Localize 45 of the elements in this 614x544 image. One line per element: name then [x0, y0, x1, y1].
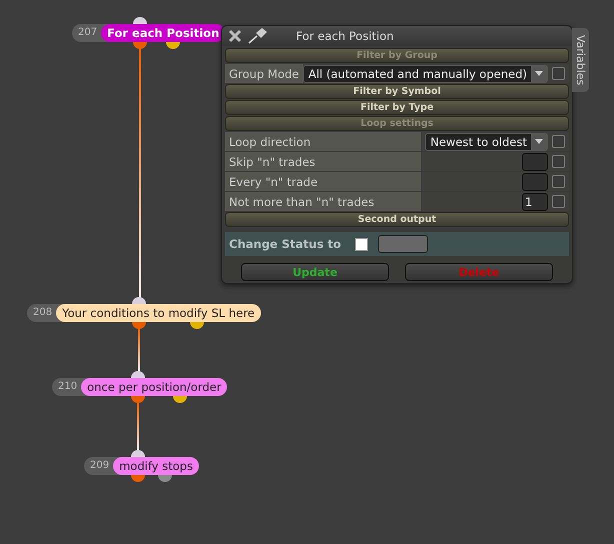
- output-pin[interactable]: [173, 396, 187, 403]
- checkbox[interactable]: [552, 195, 565, 208]
- output-pin[interactable]: [158, 475, 172, 482]
- number-field[interactable]: 1: [522, 192, 548, 210]
- checkbox[interactable]: [552, 67, 565, 80]
- caret-icon: [535, 71, 543, 76]
- checkbox[interactable]: [552, 135, 565, 148]
- caret-icon: [535, 139, 543, 144]
- input-pin[interactable]: [131, 450, 145, 457]
- field-label: Group Mode: [228, 66, 300, 80]
- dropdown[interactable]: Newest to oldest: [425, 132, 548, 150]
- node-label[interactable]: Your conditions to modify SL here: [56, 304, 261, 322]
- connector-line: [137, 402, 139, 451]
- output-pin[interactable]: [131, 475, 145, 482]
- dropdown[interactable]: All (automated and manually opened): [303, 64, 548, 82]
- number-field[interactable]: [522, 152, 548, 170]
- input-pin[interactable]: [133, 17, 147, 24]
- output-pin[interactable]: [131, 396, 145, 403]
- node-label[interactable]: modify stops: [113, 457, 199, 475]
- node-label[interactable]: once per position/order: [81, 378, 228, 396]
- status-label: Change Status to: [229, 237, 342, 251]
- field-label: Loop direction: [228, 134, 312, 148]
- section-header[interactable]: Filter by Symbol: [225, 84, 569, 99]
- checkbox[interactable]: [355, 238, 368, 250]
- pin-icon[interactable]: [248, 28, 270, 44]
- section-header[interactable]: Second output: [225, 212, 569, 227]
- close-icon[interactable]: [228, 29, 242, 43]
- section-header[interactable]: Filter by Type: [225, 100, 569, 115]
- field-label: Every "n" trade: [228, 174, 319, 188]
- connector-line: [138, 328, 140, 372]
- checkbox[interactable]: [552, 175, 565, 188]
- checkbox[interactable]: [552, 155, 565, 168]
- number-field[interactable]: [522, 172, 548, 190]
- field-label: Not more than "n" trades: [228, 194, 376, 208]
- update-button[interactable]: Update: [241, 263, 389, 281]
- output-pin[interactable]: [190, 322, 204, 329]
- input-pin[interactable]: [132, 297, 146, 304]
- input-pin[interactable]: [131, 371, 145, 378]
- output-pin[interactable]: [133, 42, 147, 49]
- panel-title: For each Position: [296, 29, 394, 43]
- status-field[interactable]: [378, 235, 428, 253]
- output-pin[interactable]: [132, 322, 146, 329]
- variables-tab[interactable]: Variables: [572, 28, 589, 92]
- field-label: Skip "n" trades: [228, 154, 316, 168]
- output-pin[interactable]: [166, 42, 180, 49]
